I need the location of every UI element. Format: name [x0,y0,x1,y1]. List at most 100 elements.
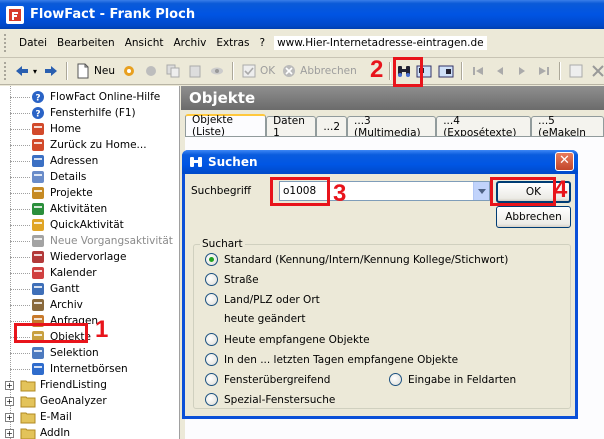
first-record-button[interactable] [468,61,488,81]
prev-record-button[interactable] [490,61,510,81]
window-title: FlowFact - Frank Ploch [30,7,196,22]
next-record-button[interactable] [512,61,532,81]
radio-strasse[interactable]: Straße [205,273,259,286]
sidebar-item-label: Fensterhilfe (F1) [50,107,136,119]
toolbar-cancel-button[interactable]: Abbrechen [279,61,359,81]
tab-4-exposetexte[interactable]: ...4 (Exposétexte) [436,115,532,139]
sidebar-item-flowfact-online-hilfe[interactable]: ? FlowFact Online-Hilfe [0,89,160,105]
last-record-button[interactable] [534,61,554,81]
sidebar-item-neue-vorgangsaktivität[interactable]: Neue Vorgangsaktivität [0,233,173,249]
close-icon[interactable]: ✕ [555,152,574,171]
sidebar-item-home[interactable]: Home [0,121,81,137]
menu-extras[interactable]: Extras [211,37,254,49]
toolbar-grip[interactable] [4,62,6,80]
toolbar-tool-2[interactable] [141,61,161,81]
chevron-down-icon[interactable] [473,182,489,200]
radio-letzte-tage[interactable]: In den ... letzten Tagen empfangene Obje… [205,353,458,366]
toolbar-tool-4[interactable] [185,61,205,81]
tab-3-multimedia[interactable]: ...3 (Multimedia) [347,115,437,139]
toolbar-tool-5[interactable] [207,61,227,81]
sidebar-item-internetbörsen[interactable]: Internetbörsen [0,361,128,377]
toolbar-ok-label: OK [260,65,276,77]
tree-connector [10,304,30,306]
toolbar-separator [232,62,234,80]
sidebar-item-fensterhilfe-f1[interactable]: ? Fensterhilfe (F1) [0,105,136,121]
expand-icon[interactable]: + [5,428,14,438]
menu-help[interactable]: ? [255,37,271,49]
tab-5-emakeln[interactable]: ...5 (eMakeln [531,115,604,139]
expand-icon[interactable]: + [5,412,14,422]
sidebar-item-addin[interactable]: + AddIn [0,425,70,439]
tab-objekte-liste[interactable]: Objekte (Liste) [185,114,267,138]
menu-archiv[interactable]: Archiv [169,37,212,49]
tree-connector [10,240,30,242]
radio-standard[interactable]: Standard (Kennung/Intern/Kennung Kollege… [205,253,508,266]
sidebar-item-label: FlowFact Online-Hilfe [50,91,161,103]
tree-connector [10,272,30,274]
sidebar-item-label: Home [50,123,82,135]
sidebar-item-archiv[interactable]: Archiv [0,297,83,313]
cancel-button[interactable]: Abbrechen [496,206,571,228]
radio-land[interactable]: Land/PLZ oder Ort [205,293,320,306]
sidebar-item-zurück-zu-home[interactable]: Zurück zu Home... [0,137,147,153]
sidebar-item-projekte[interactable]: Projekte [0,185,93,201]
radio-fensteruebergreifend[interactable]: Fensterübergreifend [205,373,330,386]
search-type-legend: Suchart [202,238,243,250]
binoculars-icon [190,157,202,167]
expand-icon[interactable]: + [5,380,14,390]
toolbar-ok-button[interactable]: OK [239,61,277,81]
menu-datei[interactable]: Datei [14,37,52,49]
sidebar-item-adressen[interactable]: Adressen [0,153,98,169]
sidebar-item-details[interactable]: Details [0,169,86,185]
radio-heute-empfangen[interactable]: Heute empfangene Objekte [205,333,370,346]
window-title-bar[interactable]: FlowFact - Frank Ploch [0,0,604,29]
sidebar-item-e-mail[interactable]: + E-Mail [0,409,72,425]
arrow-left-icon [16,66,28,76]
sidebar-item-label: Details [50,171,87,183]
navigation-tree: ? FlowFact Online-Hilfe? Fensterhilfe (F1)… [0,86,180,439]
sidebar-item-kalender[interactable]: Kalender [0,265,97,281]
toolbar-cancel-label: Abbrechen [300,65,357,77]
radio-spezial[interactable]: Spezial-Fenstersuche [205,393,335,406]
expand-icon[interactable]: + [5,396,14,406]
sidebar-item-aktivitäten[interactable]: Aktivitäten [0,201,107,217]
tab-2[interactable]: ...2 [316,116,348,136]
radio-eingabe-feldarten[interactable]: Eingabe in Feldarten [389,373,516,386]
paste-icon [189,65,201,78]
folder-icon [20,425,36,439]
sidebar-item-quickaktivität[interactable]: QuickAktivität [0,217,124,233]
sidebar-item-selektion[interactable]: Selektion [0,345,99,361]
radio-indicator [205,273,218,286]
menu-bearbeiten[interactable]: Bearbeiten [52,37,120,49]
toolbar-tool-extra[interactable] [566,61,586,81]
radio-indicator [205,353,218,366]
sidebar-item-wiedervorlage[interactable]: Wiedervorlage [0,249,126,265]
back-button[interactable]: ▾ [12,61,39,81]
sidebar-item-friendlisting[interactable]: + FriendListing [0,377,107,393]
svg-text:?: ? [35,110,40,120]
toolbar-tool-3[interactable] [163,61,183,81]
tree-connector [10,192,30,194]
dialog-title: Suchen [208,155,258,169]
tree-connector [10,224,30,226]
sidebar-item-label: Projekte [50,187,93,199]
url-field[interactable]: www.Hier-Internetadresse-eintragen.de [274,36,487,50]
forward-button[interactable] [41,61,61,81]
arrow-right-icon [45,66,58,76]
tab-daten-1[interactable]: Daten 1 [266,115,317,139]
next-icon [518,67,525,75]
menu-ansicht[interactable]: Ansicht [120,37,169,49]
new-button[interactable]: Neu [73,61,117,81]
toolbar-delete-button[interactable] [588,61,604,81]
dialog-title-bar[interactable]: Suchen ✕ [182,150,578,174]
delete-icon [592,65,604,77]
annotation-box-ok [490,177,556,206]
heute-geaendert-label: heute geändert [224,313,306,325]
radio-strasse-label: Straße [224,273,259,286]
menu-bar: Datei Bearbeiten Ansicht Archiv Extras ?… [0,29,604,58]
menu-grip[interactable] [4,34,8,52]
toolbar-tool-1[interactable] [119,61,139,81]
sidebar-item-gantt[interactable]: Gantt [0,281,79,297]
search-advanced-button[interactable] [436,61,456,81]
sidebar-item-geoanalyzer[interactable]: + GeoAnalyzer [0,393,107,409]
